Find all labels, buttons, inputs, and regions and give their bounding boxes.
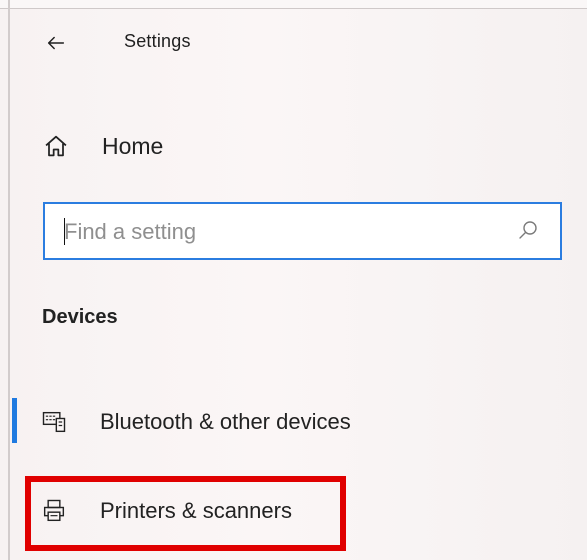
sidebar-item-printers-label: Printers & scanners <box>100 498 292 523</box>
window-left-edge <box>8 0 10 560</box>
arrow-left-icon <box>47 36 65 50</box>
sidebar-item-home[interactable]: Home <box>42 125 402 167</box>
text-caret <box>64 218 65 245</box>
home-icon <box>45 135 67 157</box>
section-heading-devices: Devices <box>42 306 118 328</box>
settings-window: Settings Home Devices Bluetooth & other … <box>0 0 587 560</box>
sidebar-item-printers-scanners[interactable]: Printers & scanners <box>40 490 490 532</box>
sidebar-item-bluetooth-other-devices[interactable]: Bluetooth & other devices <box>40 401 490 443</box>
back-button[interactable] <box>43 30 69 56</box>
sidebar-item-home-label: Home <box>102 132 164 159</box>
printer-icon <box>43 499 65 522</box>
sidebar-item-bluetooth-label: Bluetooth & other devices <box>100 409 351 434</box>
selected-item-indicator <box>12 398 17 443</box>
keyboard-device-icon <box>42 411 66 433</box>
search-box[interactable] <box>43 202 562 260</box>
search-input[interactable] <box>64 217 494 247</box>
window-top-edge <box>0 0 587 9</box>
page-title: Settings <box>124 31 191 51</box>
search-icon[interactable] <box>516 219 540 243</box>
